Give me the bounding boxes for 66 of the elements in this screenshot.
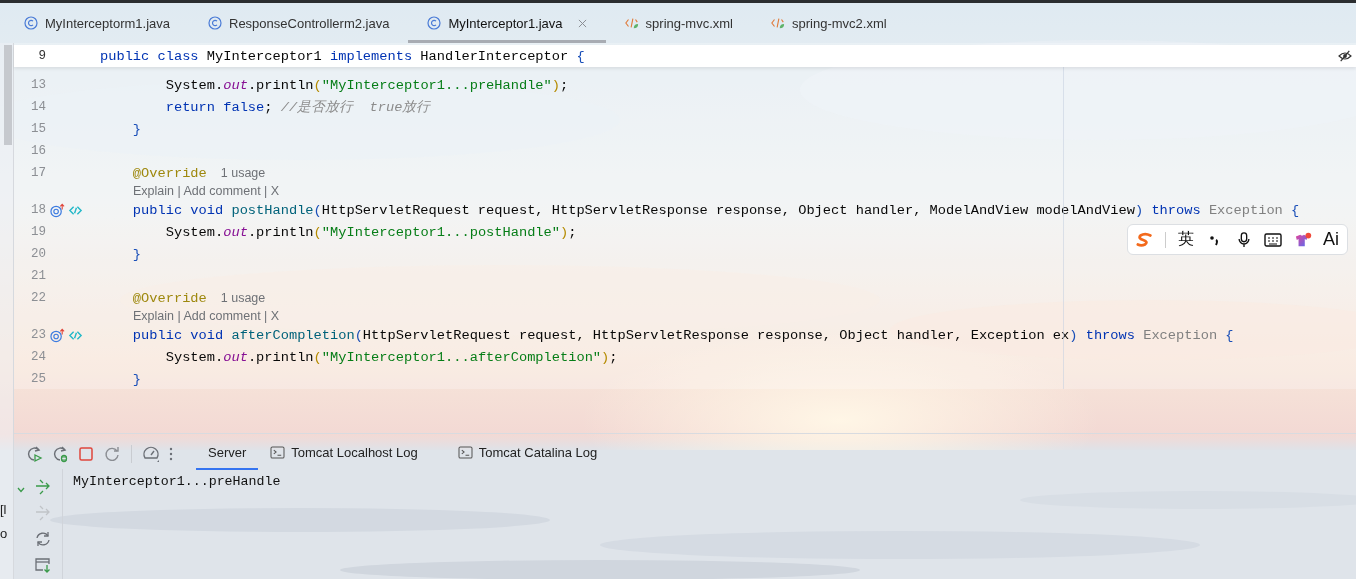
line-number: 13 — [30, 78, 46, 92]
restart-icon[interactable] — [103, 444, 121, 463]
xml-file-icon — [771, 16, 785, 30]
truncated-label: [l — [0, 501, 8, 519]
code-line: } — [131, 246, 142, 262]
override-icon[interactable] — [50, 202, 65, 218]
line-number: 18 — [30, 203, 46, 217]
rerun-icon[interactable] — [25, 444, 43, 463]
editor-tab[interactable]: spring-mvc.xml — [605, 3, 752, 43]
code-lens[interactable]: Explain | Add comment | X — [133, 184, 280, 199]
refresh-icon[interactable] — [34, 530, 52, 548]
line-number: 19 — [30, 225, 46, 239]
hidden-eye-icon[interactable] — [1338, 50, 1352, 62]
line-number: 15 — [30, 122, 46, 136]
code-line: @Override — [131, 290, 207, 306]
scrollbar-thumb[interactable] — [4, 45, 12, 145]
code-line: public void postHandle(HttpServletRequest request, HttpServletResponse response, Object handler, ModelAndView modelAndView) throws Exception { — [131, 202, 1300, 218]
skin-icon[interactable] — [1293, 231, 1312, 248]
code-line: System.out.println("MyInterceptor1...afterCompletion"); — [164, 349, 618, 365]
close-icon[interactable] — [577, 18, 587, 28]
deploy-icon[interactable] — [34, 478, 52, 496]
line-number: 25 — [30, 372, 46, 386]
editor-tab[interactable]: ResponseControllerm2.java — [189, 3, 409, 43]
download-window-icon[interactable] — [34, 556, 52, 574]
class-file-icon — [427, 16, 442, 30]
gauge-icon[interactable] — [142, 444, 160, 463]
xml-file-icon — [624, 16, 639, 30]
line-number: 24 — [30, 350, 46, 364]
keyboard-icon[interactable] — [1264, 231, 1283, 248]
line-number: 16 — [30, 144, 46, 158]
editor-tab[interactable]: MyInterceptorm1.java — [5, 3, 189, 43]
chevron-icon[interactable] — [17, 487, 25, 493]
debug-icon[interactable] — [51, 444, 69, 463]
code-line: @Override — [131, 165, 207, 181]
terminal-icon — [457, 446, 473, 459]
line-number: 22 — [30, 291, 46, 305]
truncated-label: o — [0, 525, 9, 543]
line-number: 17 — [30, 166, 46, 180]
class-file-icon — [24, 16, 38, 30]
code-line: System.out.println("MyInterceptor1...preHandle"); — [164, 77, 569, 93]
code-line: return false; //是否放行 true放行 — [164, 99, 431, 116]
panel-tab[interactable]: Server — [196, 437, 259, 470]
code-line: } — [131, 371, 142, 387]
usage-hint[interactable]: 1 usage — [220, 166, 266, 180]
code-line: public class MyInterceptor1 implements HandlerInterceptor { — [100, 48, 585, 64]
line-number: 9 — [37, 49, 46, 63]
usage-hint[interactable]: 1 usage — [220, 291, 266, 305]
code-line: } — [131, 121, 142, 137]
line-number: 21 — [30, 269, 46, 283]
code-lens[interactable]: Explain | Add comment | X — [133, 309, 280, 324]
line-number: 20 — [30, 247, 46, 261]
logo-icon[interactable] — [1136, 231, 1154, 248]
panel-tab[interactable]: Tomcat Catalina Log — [445, 437, 610, 470]
override-icon[interactable] — [50, 327, 65, 343]
language-toggle[interactable]: 英 — [1177, 229, 1194, 250]
ai-button[interactable]: Ai — [1322, 229, 1339, 250]
line-number: 23 — [30, 328, 46, 342]
stop-icon[interactable] — [77, 444, 95, 463]
code-line: public void afterCompletion(HttpServletRequest request, HttpServletResponse response, Object handler, Exception ex) throws Exception { — [131, 327, 1234, 343]
panel-tab[interactable]: Tomcat Localhost Log — [258, 437, 430, 470]
code-line: System.out.println("MyInterceptor1...postHandle"); — [164, 224, 577, 240]
class-file-icon — [208, 16, 222, 30]
terminal-icon — [270, 446, 286, 459]
editor-tab[interactable]: spring-mvc2.xml — [752, 3, 906, 43]
console-output: MyInterceptor1...preHandle — [72, 473, 282, 491]
line-number: 14 — [30, 100, 46, 114]
